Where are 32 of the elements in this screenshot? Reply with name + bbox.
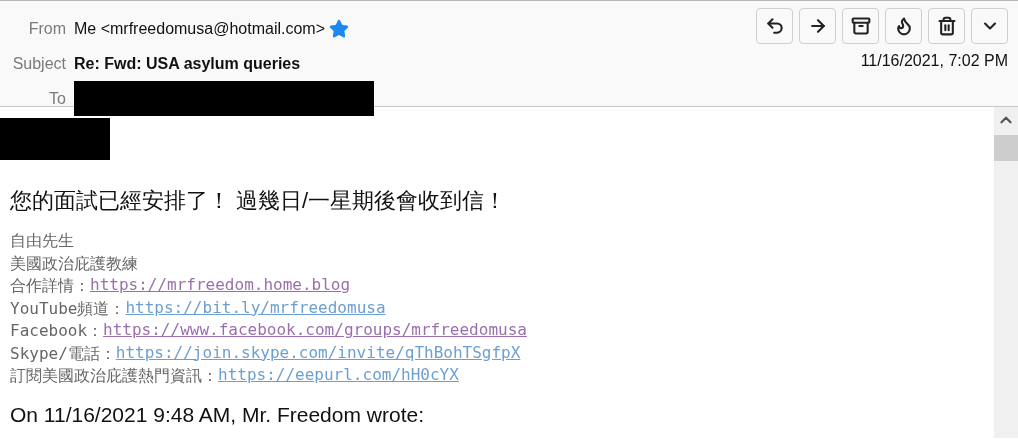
forward-button[interactable] [799,8,836,44]
signature-link[interactable]: https://www.facebook.com/groups/mrfreedomusa [103,320,527,343]
scrollbar[interactable] [994,107,1018,438]
subject-text: Re: Fwd: USA asylum queries [74,54,301,73]
signature-link[interactable]: https://eepurl.com/hH0cYX [218,365,459,388]
signature-label: Facebook： [10,320,104,342]
signature-label: 訂閱美國政治庇護熱門資訊： [10,365,218,387]
sender-address[interactable]: Me <mrfreedomusa@hotmail.com> [74,19,325,38]
reply-icon [764,16,785,36]
from-label: From [27,19,66,39]
scroll-thumb[interactable] [994,135,1018,161]
trash-icon [936,16,957,36]
archive-icon [850,16,871,36]
star-icon[interactable] [329,18,349,39]
signature-line: 自由先生 [10,230,75,252]
signature-label: Skype/電話： [10,342,116,365]
reply-button[interactable] [756,8,793,44]
delete-button[interactable] [928,8,965,44]
signature-line: 美國政治庇護教練 [10,252,139,275]
archive-button[interactable] [842,8,879,44]
message-date: 11/16/2021, 7:02 PM [860,52,1008,70]
quote-header: On 11/16/2021 9:48 AM, Mr. Freedom wrote: [10,402,425,427]
signature-link[interactable]: https://bit.ly/mrfreedomusa [125,297,386,320]
signature-link[interactable]: https://mrfreedom.home.blog [90,275,351,298]
to-label: To [48,89,66,109]
signature-label: 合作詳情： [10,275,90,297]
junk-button[interactable] [885,8,922,44]
subject-label: Subject [11,54,66,74]
signature-label: YouTube頻道： [10,297,126,320]
signature-link[interactable]: https://join.skype.com/invite/qThBohTSgfpX [115,342,521,365]
more-button[interactable] [971,8,1008,44]
message-heading: 您的面試已經安排了！ 過幾日/一星期後會收到信！ [10,187,508,215]
